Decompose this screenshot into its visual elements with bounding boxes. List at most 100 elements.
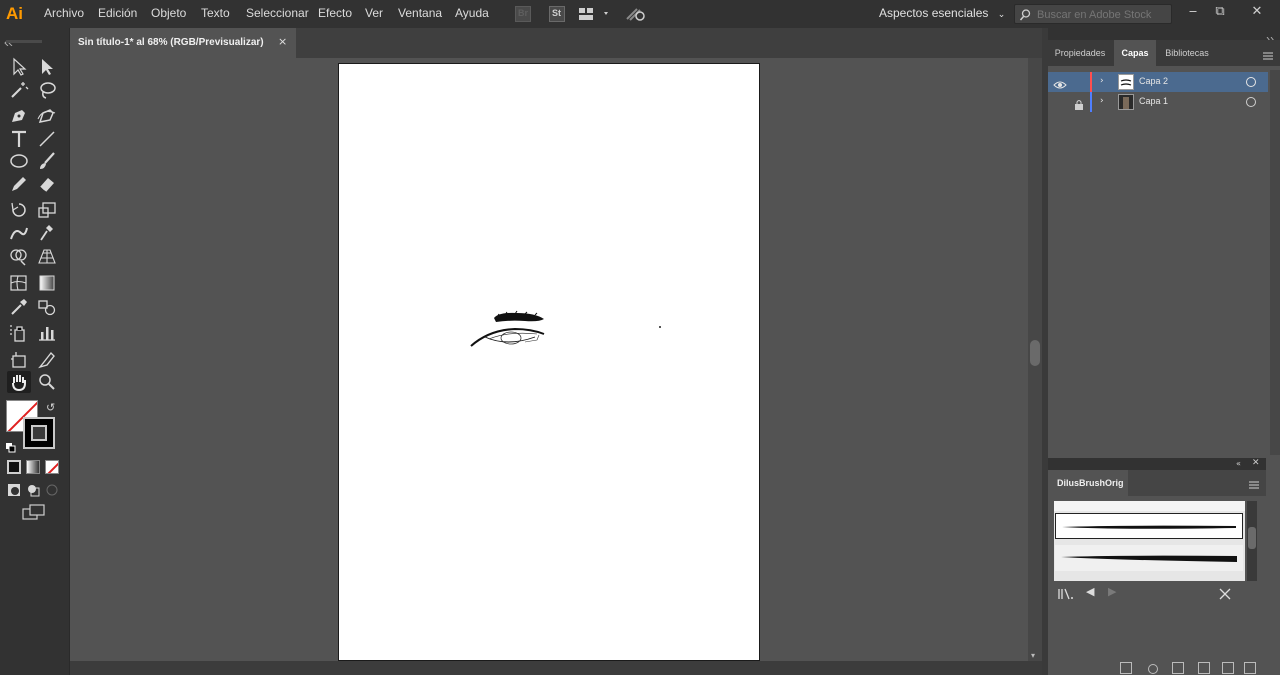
menu-edicion[interactable]: Edición	[98, 6, 137, 20]
slice-tool-icon[interactable]	[35, 349, 59, 371]
color-mode-icon[interactable]	[7, 460, 21, 474]
locate-object-icon[interactable]	[1120, 662, 1132, 674]
menu-ventana[interactable]: Ventana	[398, 6, 442, 20]
hand-tool-icon[interactable]	[7, 371, 31, 393]
workspace-switcher[interactable]: Aspectos esenciales ⌄	[879, 6, 1005, 20]
layers-scrollbar[interactable]	[1270, 70, 1280, 455]
change-screen-mode-icon[interactable]	[22, 504, 46, 522]
duplicate-layer-icon[interactable]	[1222, 662, 1234, 674]
delete-layer-icon[interactable]	[1244, 662, 1256, 674]
rotate-tool-icon[interactable]	[7, 199, 31, 221]
draw-behind-icon[interactable]	[26, 482, 40, 497]
layer-row[interactable]: › Capa 2	[1048, 72, 1268, 92]
brush-item[interactable]	[1055, 513, 1243, 539]
menu-ayuda[interactable]: Ayuda	[455, 6, 489, 20]
ellipse-tool-icon[interactable]	[7, 150, 31, 172]
gradient-tool-icon[interactable]	[35, 272, 59, 294]
line-segment-tool-icon[interactable]	[35, 128, 59, 150]
layer-name[interactable]: Capa 2	[1139, 76, 1168, 86]
expand-layer-icon[interactable]: ›	[1100, 76, 1104, 86]
next-library-icon[interactable]: ▶	[1108, 585, 1116, 598]
tab-libraries[interactable]: Bibliotecas	[1156, 40, 1218, 66]
stock-search-box[interactable]	[1014, 4, 1172, 24]
previous-library-icon[interactable]: ◀	[1086, 585, 1094, 598]
artboard[interactable]	[338, 63, 760, 661]
brush-item[interactable]	[1055, 545, 1243, 571]
menu-seleccionar[interactable]: Seleccionar	[246, 6, 309, 20]
swap-fill-stroke-icon[interactable]: ↺	[46, 401, 60, 415]
magic-wand-tool-icon[interactable]	[7, 79, 31, 101]
brush-list-scrollbar[interactable]	[1247, 501, 1257, 581]
blend-tool-icon[interactable]	[35, 296, 59, 318]
warp-tool-icon[interactable]	[7, 222, 31, 244]
pen-tool-icon[interactable]	[7, 105, 31, 127]
symbol-sprayer-tool-icon[interactable]	[7, 322, 31, 344]
close-panel-icon[interactable]: ✕	[1252, 458, 1260, 468]
eye-sketch[interactable]	[339, 64, 761, 662]
eraser-tool-icon[interactable]	[35, 173, 59, 195]
new-layer-icon[interactable]	[1198, 662, 1210, 674]
panel-menu-icon[interactable]	[1262, 47, 1274, 60]
tab-properties[interactable]: Propiedades	[1048, 40, 1112, 66]
gradient-mode-icon[interactable]	[26, 460, 40, 474]
restore-window-button[interactable]: ⧉	[1207, 2, 1233, 22]
target-circle-icon[interactable]	[1246, 97, 1256, 107]
brush-panel-titlebar[interactable]: « ✕	[1048, 458, 1266, 470]
paintbrush-tool-icon[interactable]	[35, 150, 59, 172]
menu-texto[interactable]: Texto	[201, 6, 230, 20]
menu-efecto[interactable]: Efecto	[318, 6, 352, 20]
eyedropper-tool-icon[interactable]	[7, 296, 31, 318]
none-mode-icon[interactable]	[45, 460, 59, 474]
scale-tool-icon[interactable]	[35, 199, 59, 221]
layer-row[interactable]: › Capa 1	[1048, 92, 1268, 112]
stroke-swatch[interactable]	[23, 417, 55, 449]
close-window-button[interactable]: ✕	[1238, 2, 1276, 22]
tab-layers[interactable]: Capas	[1114, 40, 1156, 66]
collapse-panels-icon[interactable]	[1266, 30, 1276, 46]
draw-normal-icon[interactable]	[7, 482, 21, 496]
type-tool-icon[interactable]	[7, 128, 31, 150]
arrange-documents-icon[interactable]	[578, 6, 612, 22]
column-graph-tool-icon[interactable]	[35, 322, 59, 344]
vertical-scroll-thumb[interactable]	[1030, 340, 1040, 366]
target-circle-icon[interactable]	[1246, 77, 1256, 87]
close-tab-button[interactable]: ×	[278, 35, 287, 48]
new-sublayer-icon[interactable]	[1172, 662, 1184, 674]
pencil-tool-icon[interactable]	[7, 173, 31, 195]
collapse-icon[interactable]: «	[1236, 459, 1241, 468]
lasso-tool-icon[interactable]	[35, 79, 59, 101]
make-clipping-mask-icon[interactable]	[1148, 664, 1158, 674]
curvature-tool-icon[interactable]	[35, 105, 59, 127]
menu-ver[interactable]: Ver	[365, 6, 383, 20]
brush-libraries-menu-icon[interactable]	[1058, 586, 1074, 600]
puppet-warp-tool-icon[interactable]	[35, 222, 59, 244]
gpu-performance-icon[interactable]	[625, 6, 647, 22]
brush-list-scroll-thumb[interactable]	[1248, 527, 1256, 549]
direct-selection-tool-icon[interactable]	[35, 56, 59, 78]
shape-builder-tool-icon[interactable]	[7, 245, 31, 267]
layer-name[interactable]: Capa 1	[1139, 96, 1168, 106]
lock-icon[interactable]	[1074, 96, 1084, 110]
scroll-down-arrow-icon[interactable]: ▾	[1031, 651, 1035, 660]
draw-inside-icon[interactable]	[45, 482, 59, 496]
app-logo[interactable]: Ai	[6, 3, 28, 25]
remove-brush-stroke-icon[interactable]	[1218, 586, 1232, 600]
zoom-tool-icon[interactable]	[35, 371, 59, 393]
brush-panel-menu-icon[interactable]	[1248, 476, 1260, 489]
stock-icon[interactable]: St	[549, 6, 565, 22]
menu-archivo[interactable]: Archivo	[44, 6, 84, 20]
selection-tool-icon[interactable]	[7, 56, 31, 78]
vertical-scrollbar[interactable]: ▾	[1028, 58, 1042, 661]
expand-layer-icon[interactable]: ›	[1100, 96, 1104, 106]
toolbar-grip[interactable]	[6, 40, 42, 43]
document-tab[interactable]: Sin título-1* al 68% (RGB/Previsualizar)…	[70, 28, 296, 58]
artboard-tool-icon[interactable]	[7, 349, 31, 371]
brush-list[interactable]	[1054, 501, 1245, 581]
search-input[interactable]	[1037, 7, 1169, 22]
eye-icon[interactable]	[1053, 76, 1067, 89]
mesh-tool-icon[interactable]	[7, 272, 31, 294]
minimize-window-button[interactable]: ‒	[1180, 2, 1206, 22]
toolbar-collapse-icon[interactable]	[4, 31, 66, 47]
default-fill-stroke-icon[interactable]	[6, 438, 16, 453]
perspective-grid-tool-icon[interactable]	[35, 245, 59, 267]
